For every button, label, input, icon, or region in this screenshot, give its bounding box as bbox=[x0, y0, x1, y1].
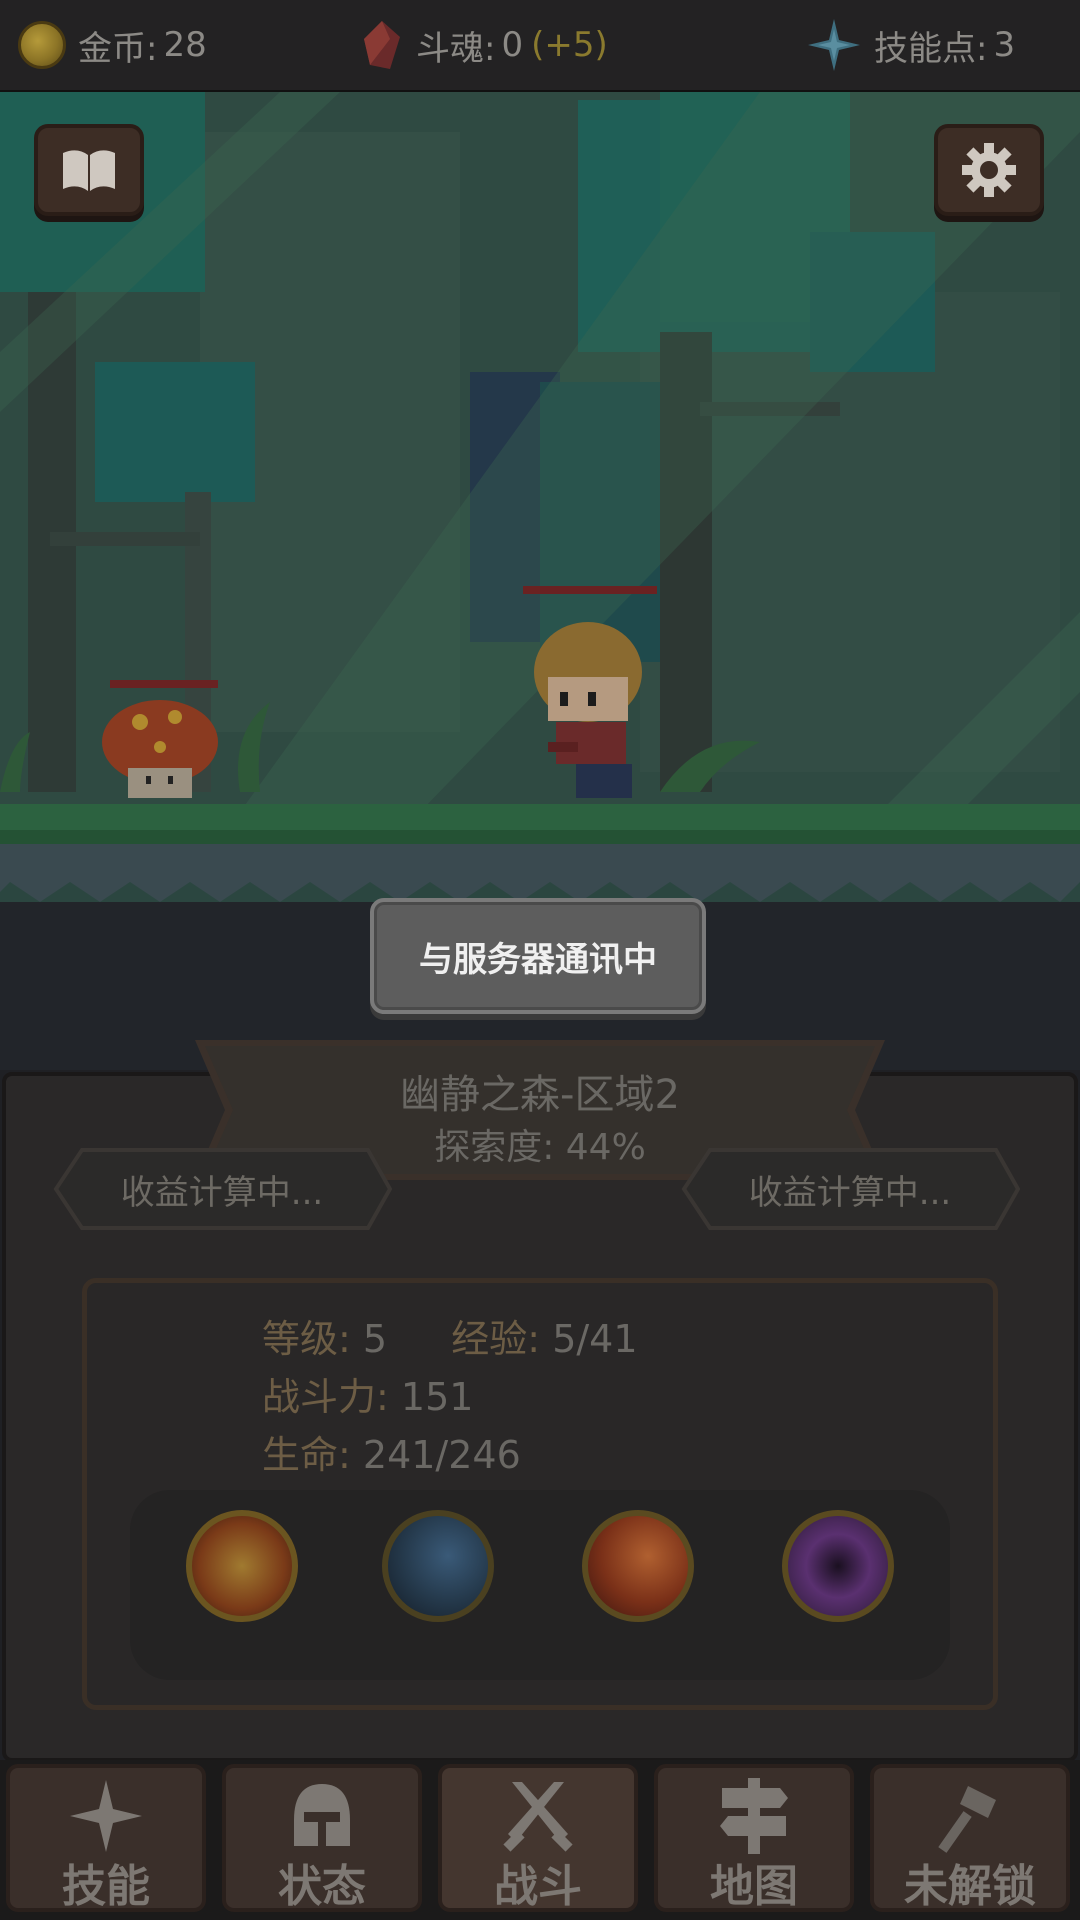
soul-label: 斗魂: bbox=[416, 28, 496, 69]
skill-points-value: 3 bbox=[993, 25, 1016, 65]
nav-battle-label: 战斗 bbox=[494, 1861, 582, 1912]
left-reward-label: 收益计算中... bbox=[120, 1172, 324, 1213]
nav-locked[interactable]: 未解锁 bbox=[870, 1764, 1070, 1912]
vortex-icon[interactable] bbox=[782, 1510, 894, 1622]
signpost-icon bbox=[720, 1778, 788, 1854]
skill-points-label: 技能点: bbox=[874, 28, 988, 69]
level-label: 等级: bbox=[262, 1317, 351, 1361]
soul-bonus: (+5) bbox=[531, 25, 608, 65]
exp-value: 5/41 bbox=[552, 1317, 638, 1361]
book-icon bbox=[63, 150, 115, 191]
gold-value: 28 bbox=[163, 25, 207, 65]
soul-counter: 斗魂: 0 (+5) bbox=[360, 0, 608, 90]
gear-icon bbox=[962, 143, 1016, 197]
flame-slash-icon[interactable] bbox=[582, 1510, 694, 1622]
exp-label: 经验: bbox=[451, 1317, 541, 1361]
level-value: 5 bbox=[362, 1317, 388, 1361]
level-exp-line: 等级: 5 经验: 5/41 bbox=[262, 1308, 638, 1363]
loading-popup: 与服务器通讯中 bbox=[370, 898, 706, 1014]
loading-message: 与服务器通讯中 bbox=[419, 939, 657, 980]
nav-skills[interactable]: 技能 bbox=[6, 1764, 206, 1912]
nav-map-label: 地图 bbox=[710, 1861, 798, 1912]
coin-icon bbox=[18, 21, 66, 69]
left-reward-button[interactable]: 收益计算中... bbox=[52, 1148, 393, 1230]
hp-label: 生命: bbox=[262, 1433, 351, 1477]
codex-button[interactable] bbox=[34, 124, 144, 216]
star-sparkle-icon bbox=[808, 19, 860, 71]
wind-slash-icon[interactable] bbox=[382, 1510, 494, 1622]
resource-bar: 金币: 28 斗魂: 0 (+5) 技能点: 3 bbox=[0, 0, 1080, 92]
nav-status[interactable]: 状态 bbox=[222, 1764, 422, 1912]
fire-burst-icon[interactable] bbox=[186, 1510, 298, 1622]
nav-skills-label: 技能 bbox=[62, 1861, 150, 1912]
red-crystal-icon bbox=[364, 21, 400, 69]
hammer-icon bbox=[938, 1786, 996, 1853]
gold-counter: 金币: 28 bbox=[18, 0, 207, 90]
skill-points-counter: 技能点: 3 bbox=[806, 0, 1015, 90]
crossed-swords-icon bbox=[503, 1782, 573, 1852]
right-reward-button[interactable]: 收益计算中... bbox=[680, 1148, 1021, 1230]
nav-status-label: 状态 bbox=[278, 1861, 366, 1912]
right-reward-label: 收益计算中... bbox=[748, 1172, 952, 1213]
sparkle-icon bbox=[70, 1780, 142, 1852]
helmet-icon bbox=[294, 1784, 350, 1846]
zone-title: 幽静之森-区域2 bbox=[400, 1072, 680, 1118]
nav-battle[interactable]: 战斗 bbox=[438, 1764, 638, 1912]
nav-map[interactable]: 地图 bbox=[654, 1764, 854, 1912]
gold-label: 金币: bbox=[78, 28, 158, 69]
power-label: 战斗力: bbox=[262, 1375, 389, 1419]
power-value: 151 bbox=[400, 1375, 474, 1419]
power-line: 战斗力: 151 bbox=[262, 1366, 473, 1421]
nav-locked-label: 未解锁 bbox=[904, 1861, 1036, 1912]
soul-value: 0 bbox=[501, 25, 524, 65]
hp-value: 241/246 bbox=[362, 1433, 521, 1477]
hp-line: 生命: 241/246 bbox=[262, 1424, 521, 1479]
settings-button[interactable] bbox=[934, 124, 1044, 216]
